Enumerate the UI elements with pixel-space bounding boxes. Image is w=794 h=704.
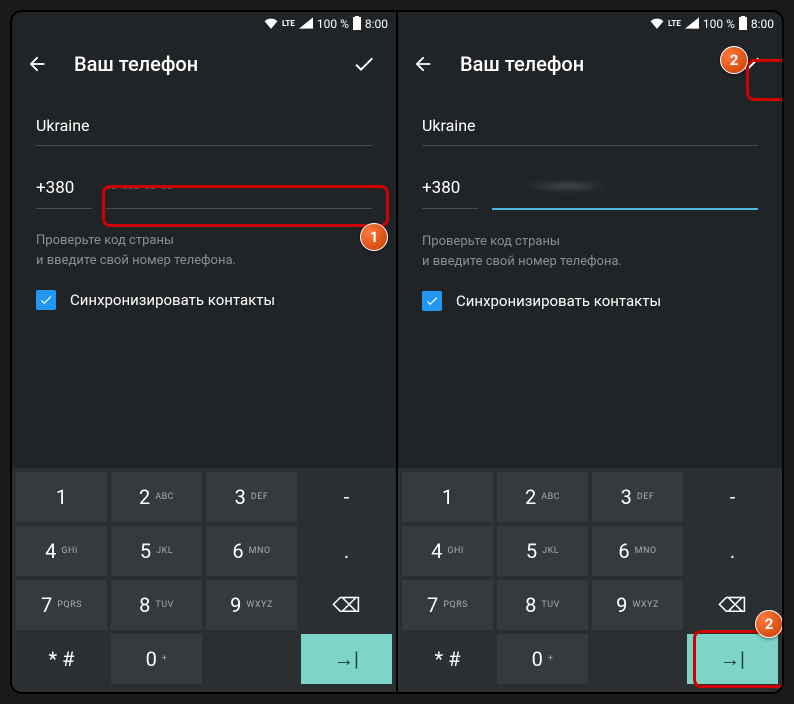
sync-contacts-row[interactable]: Синхронизировать контакты (422, 291, 758, 311)
key-4[interactable]: 4GHI (402, 526, 493, 576)
key-1[interactable]: 1 (402, 472, 493, 522)
key-2[interactable]: 2ABC (497, 472, 588, 522)
key-8[interactable]: 8TUV (111, 580, 202, 630)
badge-1: 1 (360, 223, 388, 251)
key-3[interactable]: 3DEF (592, 472, 683, 522)
back-button[interactable] (26, 53, 56, 75)
key-7[interactable]: 7PQRS (16, 580, 107, 630)
battery-text: 100 % (317, 17, 349, 31)
back-button[interactable] (412, 53, 442, 75)
key-* #[interactable]: * # (16, 634, 107, 684)
keypad: 12ABC3DEF- 4GHI5JKL6MNO. 7PQRS8TUV9WXYZ⌫ * … (12, 468, 396, 692)
sync-contacts-row[interactable]: Синхронизировать контакты (36, 290, 372, 310)
sync-checkbox[interactable] (422, 291, 442, 311)
key-0[interactable]: 0+ (497, 634, 588, 684)
hint-line2: и введите свой номер телефона. (36, 251, 372, 271)
phone-input[interactable] (492, 170, 758, 210)
phone-value-blurred (492, 179, 642, 193)
key-9[interactable]: 9WXYZ (206, 580, 297, 630)
key--[interactable]: - (687, 472, 778, 522)
wifi-icon (264, 17, 278, 32)
key-* #[interactable]: * # (402, 634, 493, 684)
key-4[interactable]: 4GHI (16, 526, 107, 576)
status-bar: LTE 100 % 8:00 (12, 12, 396, 36)
hint-text: Проверьте код страны и введите свой номе… (36, 231, 372, 270)
header: Ваш телефон (12, 36, 396, 92)
key-2[interactable]: 2ABC (111, 472, 202, 522)
sync-label: Синхронизировать контакты (70, 291, 275, 309)
battery-icon (353, 16, 361, 33)
key-1[interactable]: 1 (16, 472, 107, 522)
screen-right: LTE 100 % 8:00 Ваш телефон Ukraine +380 (398, 12, 782, 692)
signal-icon (685, 17, 699, 32)
country-field[interactable]: Ukraine (422, 108, 758, 146)
key-blank[interactable] (592, 634, 683, 684)
key-7[interactable]: 7PQRS (402, 580, 493, 630)
confirm-button[interactable] (346, 46, 382, 82)
battery-icon (739, 16, 747, 33)
hint-text: Проверьте код страны и введите свой номе… (422, 232, 758, 271)
key-5[interactable]: 5JKL (497, 526, 588, 576)
clock-text: 8:00 (751, 17, 774, 31)
sync-checkbox[interactable] (36, 290, 56, 310)
badge-2b: 2 (755, 610, 783, 638)
key-blank[interactable] (206, 634, 297, 684)
hint-line1: Проверьте код страны (422, 232, 758, 252)
clock-text: 8:00 (365, 17, 388, 31)
key-3[interactable]: 3DEF (206, 472, 297, 522)
key-.[interactable]: . (301, 526, 392, 576)
prefix-field[interactable]: +380 (422, 170, 478, 209)
phone-row: +380 -- --- -- -- (36, 170, 372, 209)
hint-line2: и введите свой номер телефона. (422, 252, 758, 272)
lte-icon: LTE (282, 20, 295, 28)
screen-left: LTE 100 % 8:00 Ваш телефон Ukraine +380 (12, 12, 396, 692)
wifi-icon (650, 17, 664, 32)
key-8[interactable]: 8TUV (497, 580, 588, 630)
signal-icon (299, 17, 313, 32)
lte-icon: LTE (668, 20, 681, 28)
key-6[interactable]: 6MNO (206, 526, 297, 576)
page-title: Ваш телефон (460, 52, 732, 76)
sync-label: Синхронизировать контакты (456, 292, 661, 310)
hint-line1: Проверьте код страны (36, 231, 372, 251)
phone-input[interactable]: -- --- -- -- (106, 170, 372, 209)
key--[interactable]: - (301, 472, 392, 522)
key-.[interactable]: . (687, 526, 778, 576)
key-0[interactable]: 0+ (111, 634, 202, 684)
key-9[interactable]: 9WXYZ (592, 580, 683, 630)
content: Ukraine +380 Проверьте код страны и введ… (398, 92, 782, 468)
key-6[interactable]: 6MNO (592, 526, 683, 576)
keypad: 12ABC3DEF-4GHI5JKL6MNO.7PQRS8TUV9WXYZ⌫* … (398, 468, 782, 692)
phone-row: +380 (422, 170, 758, 210)
content: Ukraine +380 -- --- -- -- Проверьте код … (12, 92, 396, 468)
key-5[interactable]: 5JKL (111, 526, 202, 576)
country-field[interactable]: Ukraine (36, 108, 372, 146)
screenshots-wrapper: LTE 100 % 8:00 Ваш телефон Ukraine +380 (10, 10, 784, 694)
key-→|[interactable]: →| (301, 634, 392, 684)
key-⌫[interactable]: ⌫ (301, 580, 392, 630)
badge-2a: 2 (720, 46, 748, 74)
page-title: Ваш телефон (74, 52, 346, 76)
key-→|[interactable]: →| (687, 634, 778, 684)
status-bar: LTE 100 % 8:00 (398, 12, 782, 36)
battery-text: 100 % (703, 17, 735, 31)
prefix-field[interactable]: +380 (36, 170, 92, 209)
